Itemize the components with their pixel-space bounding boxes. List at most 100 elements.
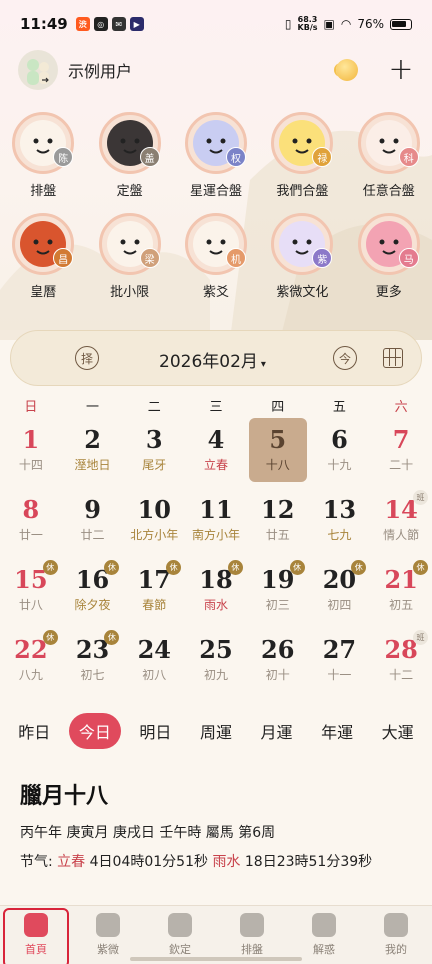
day-lunar-label: 十九 (327, 458, 352, 472)
day-number: 2 (84, 425, 101, 454)
nav-item[interactable]: 欽定 (144, 906, 216, 964)
nav-item[interactable]: 首頁 (0, 906, 72, 964)
weekday-label: 四 (271, 400, 285, 415)
feature-item[interactable]: 机紫爻 (173, 213, 259, 300)
nav-item[interactable]: 解惑 (288, 906, 360, 964)
calendar-day[interactable]: 22 八九休 (0, 626, 62, 696)
range-tab[interactable]: 年運 (311, 713, 363, 749)
feature-item[interactable]: 梁批小限 (86, 213, 172, 300)
nav-item[interactable]: 我的 (360, 906, 432, 964)
status-time: 11:49 (20, 15, 68, 33)
day-lunar-label: 除夕夜 (74, 598, 111, 612)
net-speed: 68.3 KB/s (298, 16, 318, 32)
nav-label: 欽定 (169, 943, 191, 956)
grid-view-icon[interactable] (383, 348, 403, 368)
nav-label: 我的 (385, 943, 407, 956)
feature-item[interactable]: 紫紫微文化 (259, 213, 345, 300)
notification-app-icon: 渋 (75, 17, 90, 31)
feature-label: 紫爻 (202, 285, 229, 300)
feature-item[interactable]: 禄我們合盤 (259, 112, 345, 199)
day-badge: 休 (42, 630, 58, 645)
calendar-day[interactable]: 19 初三 休 (247, 556, 309, 626)
feature-badge: 机 (225, 248, 246, 268)
day-badge: 休 (227, 560, 243, 575)
day-lunar-label: 雨水 (203, 598, 228, 612)
nav-item[interactable]: 排盤 (216, 906, 288, 964)
nav-item[interactable]: 紫微 (72, 906, 144, 964)
range-tab[interactable]: 大運 (372, 713, 424, 749)
feature-label: 皇曆 (30, 285, 57, 300)
calendar-day[interactable]: 7 二十 (370, 416, 432, 486)
calendar-day[interactable]: 11 南方小年 (185, 486, 247, 556)
month-label[interactable]: 2026年02月 ▾ (159, 347, 266, 372)
day-badge: 休 (289, 560, 305, 575)
avatar[interactable] (18, 50, 58, 90)
feature-item[interactable]: 马更多 (346, 213, 432, 300)
day-lunar-label: 廿二 (80, 528, 105, 542)
battery-icon (390, 18, 412, 30)
calendar-day[interactable]: 13 七九 (309, 486, 371, 556)
range-tab[interactable]: 周運 (190, 713, 242, 749)
feature-item[interactable]: 权星運合盤 (173, 112, 259, 199)
day-number: 25 (199, 635, 233, 664)
feature-item[interactable]: 科任意合盤 (346, 112, 432, 199)
month-label-text: 2026年02月 (159, 352, 258, 372)
day-lunar-label: 廿八 (18, 598, 43, 612)
coin-icon[interactable] (336, 59, 358, 81)
day-lunar-label: 溼地日 (74, 458, 111, 472)
calendar-day[interactable]: 27 十一 (309, 626, 371, 696)
calendar-day[interactable]: 6 十九 (309, 416, 371, 486)
day-number: 4 (207, 425, 225, 454)
calendar-day[interactable]: 23 初七休 (62, 626, 124, 696)
calendar-day[interactable]: 4 立春 (185, 416, 247, 486)
day-lunar-label: 初四 (327, 598, 352, 612)
add-button[interactable]: + (388, 55, 414, 85)
calendar-day[interactable]: 17 春節休 (123, 556, 185, 626)
nav-label: 首頁 (25, 943, 47, 956)
feature-character-icon: 梁 (98, 213, 161, 275)
calendar-day[interactable]: 24 初八 (123, 626, 185, 696)
day-number: 6 (331, 425, 348, 454)
day-number: 8 (22, 495, 40, 524)
day-lunar-label: 初五 (389, 598, 414, 612)
range-tab[interactable]: 明日 (129, 713, 181, 749)
day-number: 19 (261, 565, 295, 594)
day-badge: 班 (413, 490, 428, 505)
range-tab[interactable]: 昨日 (8, 713, 60, 749)
range-tab[interactable]: 月運 (251, 713, 303, 749)
calendar-day[interactable]: 9 廿二 (62, 486, 124, 556)
weekday-label: 二 (147, 400, 161, 415)
day-lunar-label: 春節 (142, 598, 167, 612)
calendar-day[interactable]: 12 廿五 (247, 486, 309, 556)
calendar-day[interactable]: 18 雨水休 (185, 556, 247, 626)
feature-item[interactable]: 昌皇曆 (0, 213, 86, 300)
calendar-day[interactable]: 1 十四 (0, 416, 62, 486)
calendar-day[interactable]: 26 初十 (247, 626, 309, 696)
calendar-day[interactable]: 3 尾牙 (123, 416, 185, 486)
today-button[interactable]: 今 (333, 346, 357, 370)
select-date-button[interactable]: 择 (75, 346, 99, 370)
feature-item[interactable]: 盖定盤 (86, 112, 172, 199)
calendar-day[interactable]: 20 初四休 (309, 556, 371, 626)
day-number: 5 (269, 425, 287, 454)
calendar-day[interactable]: 2 溼地日 (62, 416, 124, 486)
range-tab[interactable]: 今日 (68, 713, 121, 749)
feature-label: 我們合盤 (276, 184, 329, 199)
day-lunar-label: 十四 (18, 458, 43, 472)
feature-item[interactable]: 陈排盤 (0, 112, 86, 199)
feature-label: 批小限 (110, 285, 150, 300)
feature-badge: 陈 (53, 147, 74, 167)
calendar-day[interactable]: 16 除夕夜休 (62, 556, 124, 626)
calendar-day[interactable]: 21 初五休 (370, 556, 432, 626)
user-name[interactable]: 示例用户 (68, 58, 132, 82)
calendar-day[interactable]: 5 十八 (247, 416, 309, 486)
net-speed-unit: KB/s (297, 23, 318, 32)
calendar-day[interactable]: 8 廿一 (0, 486, 62, 556)
calendar-day[interactable]: 14 情人節班 (370, 486, 432, 556)
notification-mail-icon: ✉ (111, 17, 126, 31)
day-lunar-label: 十二 (389, 668, 414, 682)
calendar-day[interactable]: 25 初九 (185, 626, 247, 696)
calendar-day[interactable]: 28 十二班 (370, 626, 432, 696)
calendar-day[interactable]: 10 北方小年 (123, 486, 185, 556)
calendar-day[interactable]: 15 廿八休 (0, 556, 62, 626)
